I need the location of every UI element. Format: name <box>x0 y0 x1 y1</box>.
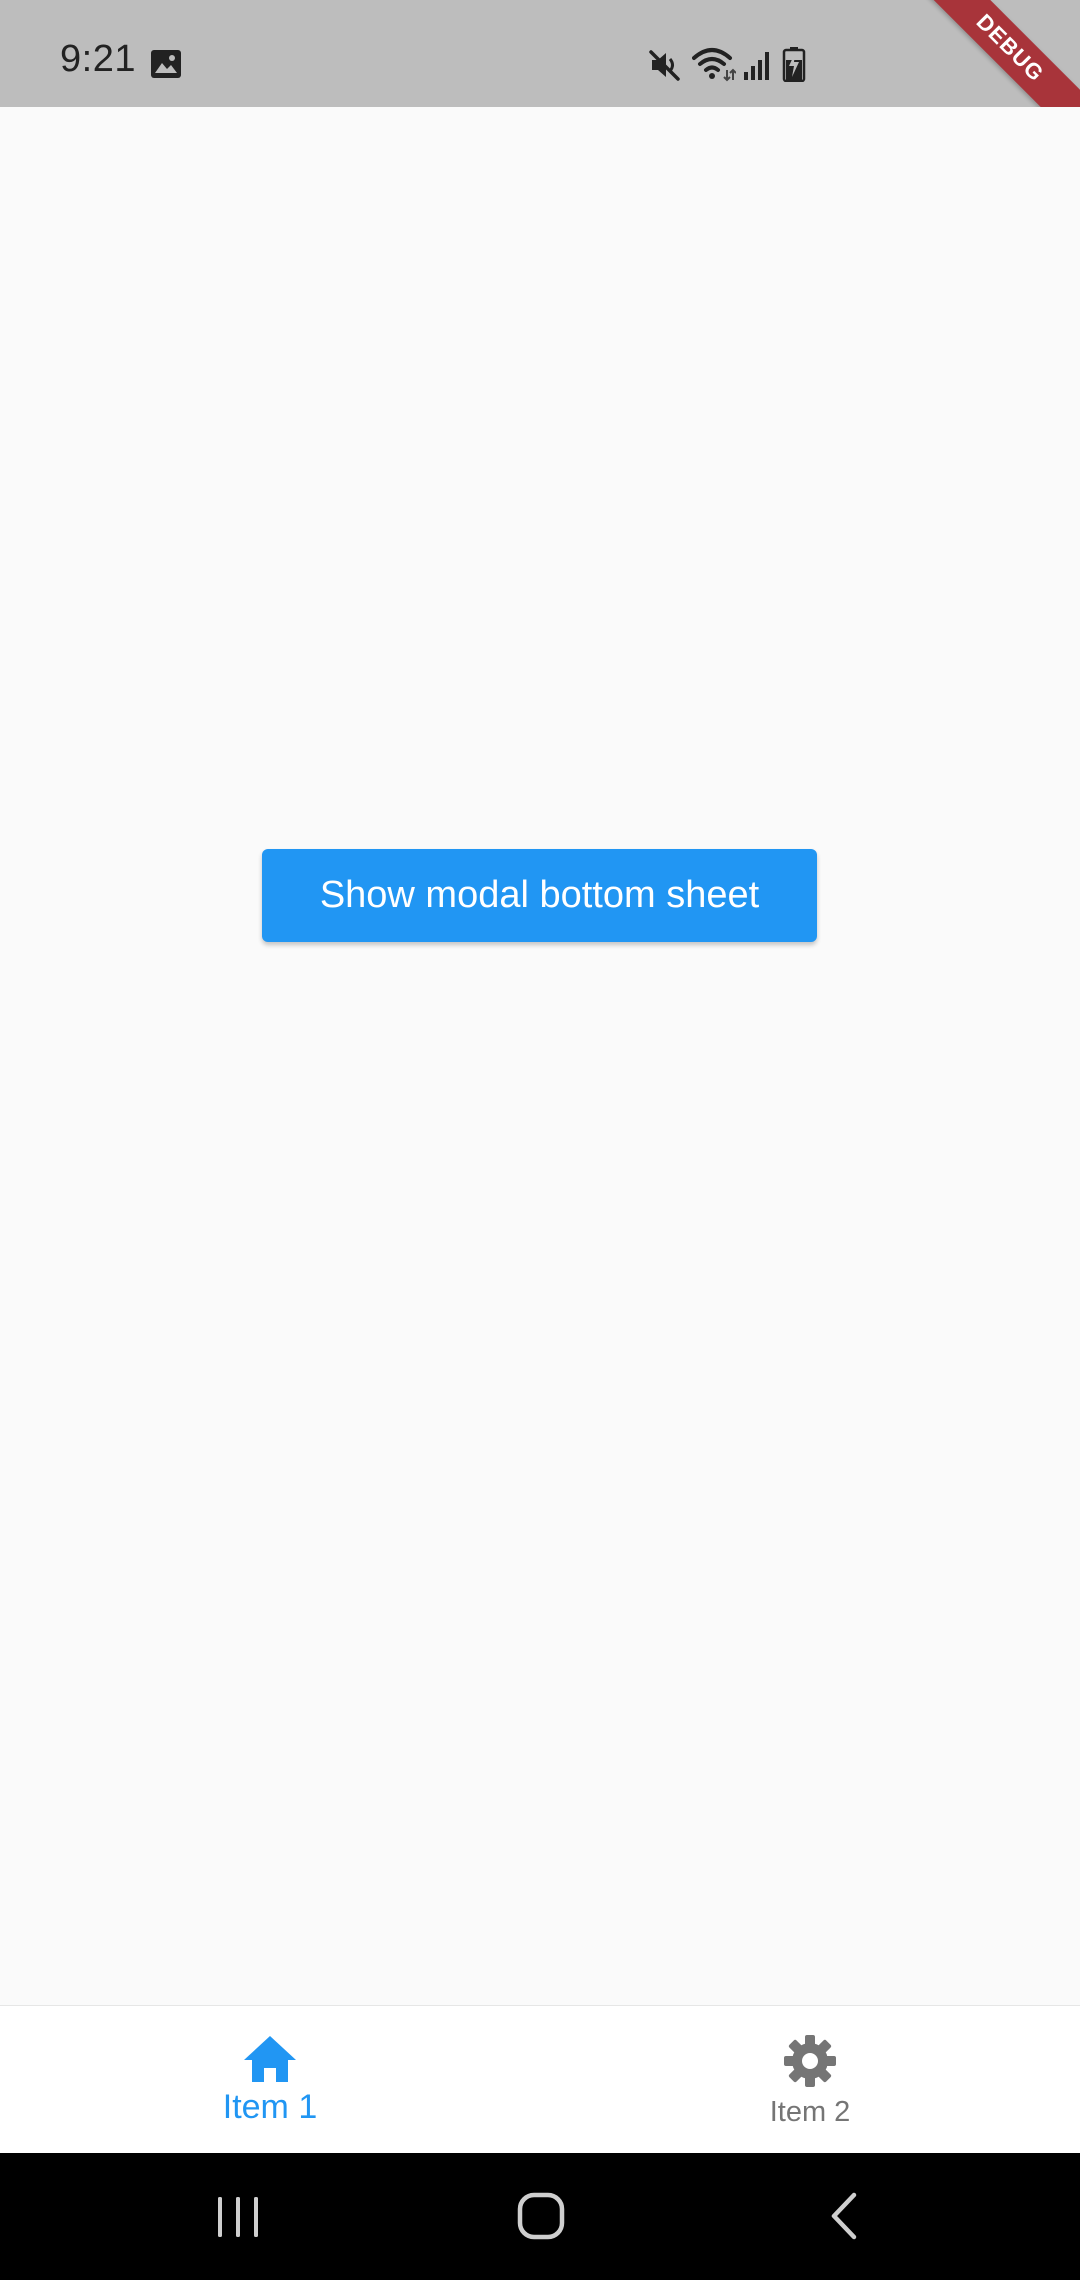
status-bar: 9:21 <box>0 0 1080 107</box>
mute-icon <box>649 50 680 81</box>
back-icon[interactable] <box>826 2183 862 2249</box>
main-content <box>0 107 1080 2005</box>
wifi-icon <box>692 48 736 82</box>
nav-item-2[interactable]: Item 2 <box>540 2006 1080 2154</box>
app-screen: 9:21 DEBUG Show modal bottom sheet Item … <box>0 0 1080 2280</box>
nav-item-1-label: Item 1 <box>222 2088 318 2126</box>
nav-item-1[interactable]: Item 1 <box>0 2006 540 2154</box>
home-button-icon[interactable] <box>516 2183 566 2249</box>
recents-icon[interactable] <box>214 2183 262 2249</box>
show-modal-bottom-sheet-button[interactable]: Show modal bottom sheet <box>262 849 817 942</box>
nav-item-2-label: Item 2 <box>769 2096 851 2128</box>
image-icon <box>151 50 181 78</box>
system-navigation-bar <box>0 2153 1080 2280</box>
battery-icon <box>782 47 806 82</box>
signal-icon <box>744 52 769 80</box>
bottom-navigation-bar: Item 1 Item 2 <box>0 2005 1080 2154</box>
home-icon <box>244 2036 296 2082</box>
settings-icon <box>784 2035 836 2087</box>
status-time: 9:21 <box>60 38 136 80</box>
